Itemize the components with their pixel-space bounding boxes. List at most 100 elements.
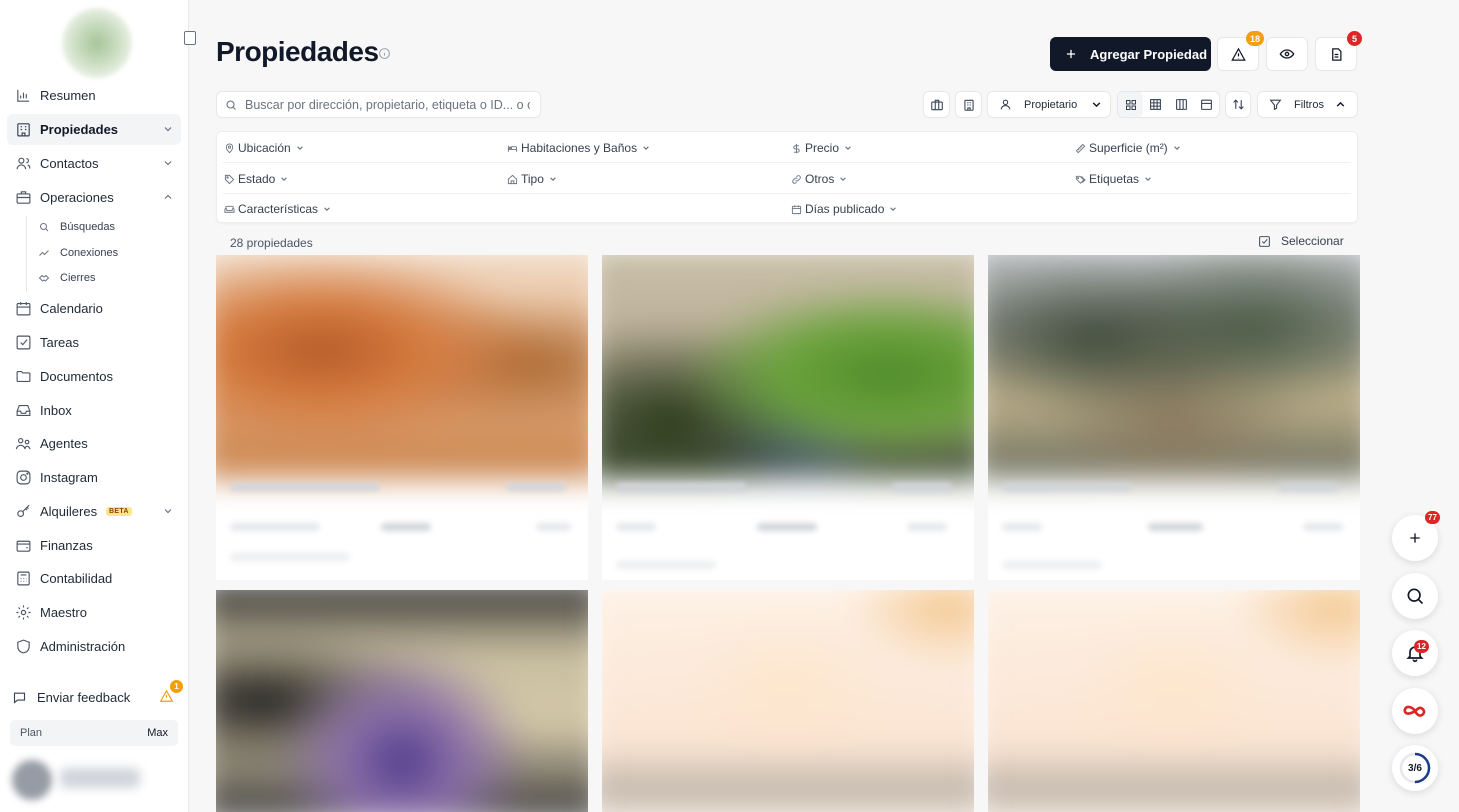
avatar[interactable] bbox=[12, 760, 52, 800]
filter-icon bbox=[1269, 99, 1282, 111]
filter-caracteristicas[interactable]: Características bbox=[224, 202, 331, 216]
sidebar-item-propiedades[interactable]: Propiedades bbox=[7, 114, 181, 145]
filter-etiquetas[interactable]: Etiquetas bbox=[1075, 172, 1152, 186]
select-mode-button[interactable]: Seleccionar bbox=[1258, 234, 1344, 248]
sidebar-collapse-icon[interactable] bbox=[184, 31, 196, 45]
tag-icon bbox=[224, 174, 235, 184]
property-image bbox=[602, 590, 974, 812]
filter-otros[interactable]: Otros bbox=[791, 172, 847, 186]
property-detail-blurred bbox=[536, 523, 571, 531]
sidebar-item-contactos[interactable]: Contactos bbox=[7, 148, 181, 179]
filter-tipo[interactable]: Tipo bbox=[507, 172, 557, 186]
search-input[interactable] bbox=[245, 97, 530, 112]
eye-icon bbox=[1279, 49, 1295, 59]
global-search-button[interactable] bbox=[1392, 573, 1438, 619]
handshake-icon bbox=[38, 274, 50, 282]
sidebar-item-resumen[interactable]: Resumen bbox=[7, 80, 181, 111]
chevron-up-icon bbox=[164, 194, 172, 199]
integrations-button[interactable] bbox=[1392, 688, 1438, 734]
property-card[interactable] bbox=[216, 255, 588, 580]
property-detail-blurred bbox=[1303, 523, 1343, 531]
sort-button[interactable] bbox=[1225, 91, 1251, 118]
checkbox-icon bbox=[16, 335, 31, 350]
add-property-button[interactable]: Agregar Propiedad bbox=[1050, 37, 1211, 71]
info-icon[interactable] bbox=[378, 47, 391, 60]
filter-label: Tipo bbox=[521, 172, 544, 186]
property-card[interactable] bbox=[988, 255, 1360, 580]
sidebar-item-maestro[interactable]: Maestro bbox=[7, 597, 181, 628]
sidebar-subitem-cierres[interactable]: Cierres bbox=[38, 268, 95, 288]
sidebar-subitem-busquedas[interactable]: Búsquedas bbox=[38, 217, 115, 237]
sidebar-item-agentes[interactable]: Agentes bbox=[7, 428, 181, 459]
sidebar-item-inbox[interactable]: Inbox bbox=[7, 395, 181, 426]
property-address-blurred bbox=[616, 561, 716, 569]
chevron-down-icon bbox=[845, 146, 851, 150]
quick-add-badge: 77 bbox=[1425, 511, 1440, 524]
property-card[interactable] bbox=[988, 590, 1360, 812]
feedback-badge: 1 bbox=[170, 680, 183, 693]
calendar-view-button[interactable] bbox=[1194, 92, 1219, 117]
sidebar-subitem-conexiones[interactable]: Conexiones bbox=[38, 243, 118, 263]
filter-divider bbox=[223, 162, 1351, 163]
table-view-button[interactable] bbox=[1143, 92, 1168, 117]
sidebar-item-label: Finanzas bbox=[40, 538, 93, 553]
chevron-down-icon bbox=[281, 177, 288, 181]
chevron-down-icon bbox=[1092, 102, 1101, 108]
tags-icon bbox=[1075, 175, 1086, 184]
pin-icon bbox=[225, 143, 234, 153]
sidebar: Resumen Propiedades Contactos Operacione… bbox=[0, 0, 196, 812]
plus-icon bbox=[1410, 533, 1420, 543]
table-icon bbox=[1150, 99, 1162, 110]
map-view-button[interactable] bbox=[923, 91, 950, 118]
sidebar-item-label: Alquileres bbox=[40, 504, 98, 519]
sidebar-item-finanzas[interactable]: Finanzas bbox=[7, 530, 181, 561]
documents-badge: 5 bbox=[1347, 31, 1362, 46]
plan-indicator[interactable]: Plan Max bbox=[10, 720, 178, 746]
sidebar-item-contabilidad[interactable]: Contabilidad bbox=[7, 563, 181, 594]
property-detail-blurred bbox=[757, 523, 817, 531]
filters-label: Filtros bbox=[1294, 98, 1324, 111]
grid-icon bbox=[1125, 99, 1136, 110]
search-icon bbox=[40, 223, 49, 232]
chevron-down-icon bbox=[1173, 146, 1180, 150]
property-card[interactable] bbox=[602, 255, 974, 580]
building-filter-button[interactable] bbox=[955, 91, 982, 118]
filter-estado[interactable]: Estado bbox=[224, 172, 288, 186]
sidebar-item-label: Contabilidad bbox=[40, 571, 113, 586]
filter-habitaciones[interactable]: Habitaciones y Baños bbox=[507, 141, 650, 155]
sidebar-item-label: Propiedades bbox=[40, 122, 119, 137]
sidebar-item-operaciones[interactable]: Operaciones bbox=[7, 182, 181, 213]
feedback-button[interactable]: Enviar feedback bbox=[12, 686, 182, 708]
company-logo[interactable] bbox=[62, 8, 132, 78]
filter-precio[interactable]: Precio bbox=[791, 141, 852, 155]
grid-view-button[interactable] bbox=[1118, 92, 1144, 117]
kanban-view-button[interactable] bbox=[1169, 92, 1194, 117]
plus-icon bbox=[1066, 49, 1076, 59]
filter-label: Características bbox=[238, 202, 319, 216]
dollar-icon bbox=[793, 143, 800, 153]
columns-icon bbox=[1175, 99, 1187, 110]
search-box[interactable] bbox=[216, 91, 541, 118]
property-card[interactable] bbox=[216, 590, 588, 812]
sidebar-item-documentos[interactable]: Documentos bbox=[7, 361, 181, 392]
filter-label: Estado bbox=[238, 172, 276, 186]
select-mode-label: Seleccionar bbox=[1281, 234, 1344, 248]
filter-dias-publicado[interactable]: Días publicado bbox=[791, 202, 897, 216]
chevron-down-icon bbox=[296, 146, 303, 150]
sidebar-item-instagram[interactable]: Instagram bbox=[7, 462, 181, 493]
property-card[interactable] bbox=[602, 590, 974, 812]
filter-ubicacion[interactable]: Ubicación bbox=[224, 141, 304, 155]
filter-superficie[interactable]: Superficie (m²) bbox=[1075, 141, 1181, 155]
owner-filter-dropdown[interactable]: Propietario bbox=[987, 91, 1111, 118]
preview-button[interactable] bbox=[1266, 37, 1308, 71]
sidebar-item-calendario[interactable]: Calendario bbox=[7, 293, 181, 324]
sidebar-item-administracion[interactable]: Administración bbox=[7, 631, 181, 662]
filters-toggle-button[interactable]: Filtros bbox=[1257, 91, 1358, 118]
wallet-icon bbox=[16, 540, 31, 552]
building-icon bbox=[17, 123, 30, 137]
property-detail-blurred bbox=[381, 523, 431, 531]
sidebar-item-tareas[interactable]: Tareas bbox=[7, 327, 181, 358]
notifications-button[interactable] bbox=[1392, 630, 1438, 676]
sidebar-item-alquileres[interactable]: Alquileres BETA bbox=[7, 496, 181, 527]
onboarding-progress-button[interactable]: 3/6 bbox=[1392, 745, 1438, 791]
